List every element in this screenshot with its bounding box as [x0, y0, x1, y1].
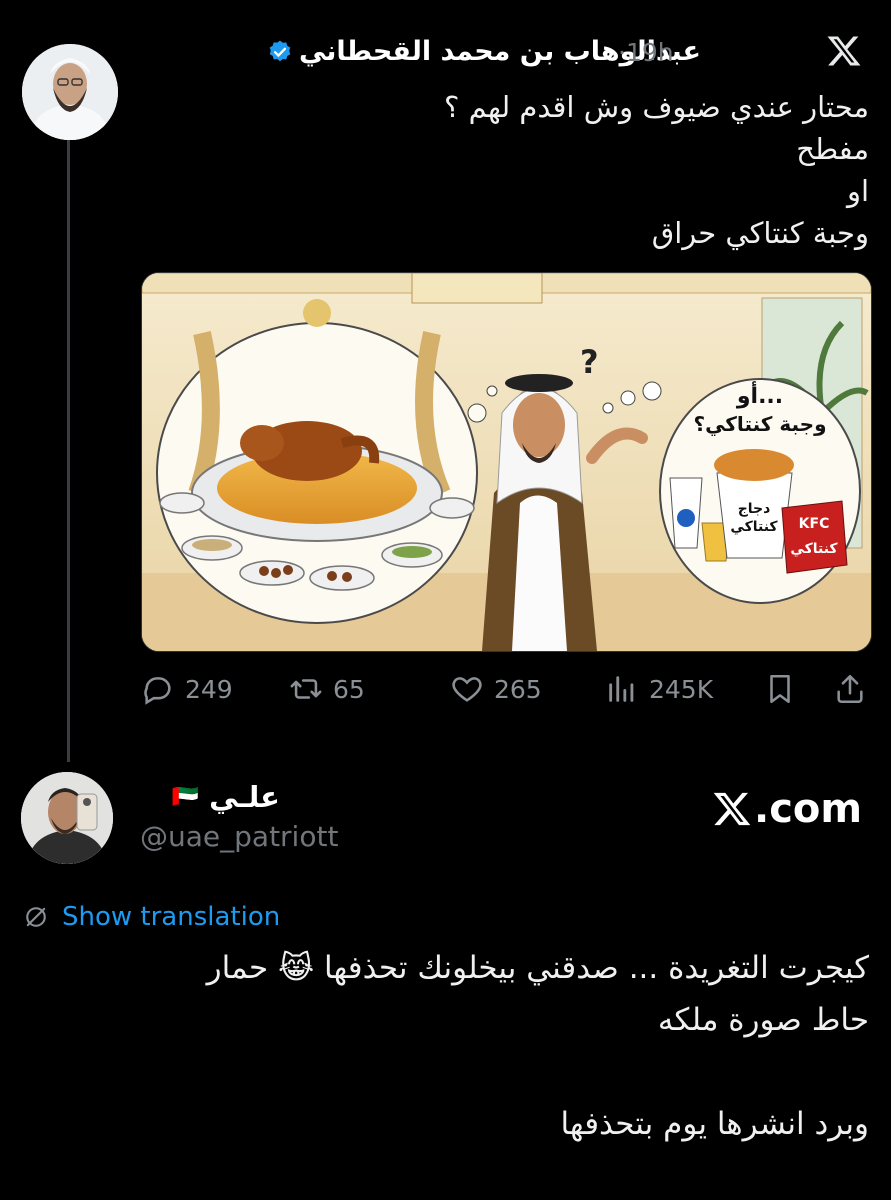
tweet-line: مفطح	[796, 132, 869, 166]
tweet-timestamp[interactable]: ·19h	[618, 38, 674, 67]
share-icon	[837, 674, 863, 704]
tweet-line: وجبة كنتاكي حراق	[651, 216, 869, 250]
repost-button[interactable]: 65	[289, 672, 365, 706]
show-translation-label: Show translation	[62, 902, 281, 932]
tweet-body: محتار عندي ضيوف وش اقدم لهم ؟ مفطح او وج…	[149, 86, 869, 254]
repost-count: 65	[333, 674, 365, 704]
author-avatar[interactable]	[22, 44, 118, 140]
like-button[interactable]: 265	[450, 672, 542, 706]
reply-button[interactable]: 249	[141, 672, 233, 706]
repost-icon	[290, 679, 322, 699]
translate-off-icon	[26, 907, 46, 927]
heart-icon	[452, 677, 482, 702]
reply-line: وبرد انشرها يوم بتحذفها	[560, 1106, 869, 1142]
reply-header: علـي 🇦🇪 @uae_patriott	[140, 780, 338, 853]
reply-author-avatar[interactable]	[21, 772, 113, 864]
reply-line: حاط صورة ملكه	[657, 1002, 869, 1038]
thread-connector-line	[67, 140, 70, 762]
tweet-actions-bar: 249 65 265 245K	[141, 672, 871, 716]
x-logo-icon	[827, 36, 861, 66]
reply-body: كيجرت التغريدة ... صدقني بيخلونك تحذفها …	[49, 942, 869, 1150]
views-button[interactable]: 245K	[605, 672, 713, 706]
box-brand-text: KFC	[799, 516, 830, 532]
tweet-line: او	[846, 174, 869, 208]
like-count: 265	[494, 674, 542, 704]
reply-icon	[144, 677, 171, 705]
reply-author-name[interactable]: علـي	[209, 780, 280, 814]
bubble-subtitle-text: وجبة كنتاكي؟	[693, 412, 826, 437]
reply-line: كيجرت التغريدة ... صدقني بيخلونك تحذفها …	[206, 950, 869, 986]
x-com-watermark: .com	[712, 786, 862, 832]
bubble-title-text: أو...	[736, 380, 783, 409]
uae-flag-icon: 🇦🇪	[171, 784, 200, 810]
reply-count: 249	[185, 674, 233, 704]
bucket-label-line2: كنتاكي	[730, 519, 778, 535]
view-count: 245K	[649, 674, 714, 704]
bookmark-button[interactable]	[763, 672, 797, 706]
x-logo-icon	[713, 792, 751, 826]
tweet-media-image[interactable]: ? أو... وجبة كنتاكي؟ دجاج كنتاكي KFC كنت…	[141, 272, 872, 652]
verified-badge-icon	[269, 40, 291, 61]
box-label-text: كنتاكي	[790, 541, 838, 557]
tweet-line: محتار عندي ضيوف وش اقدم لهم ؟	[444, 90, 869, 124]
show-translation-link[interactable]: Show translation	[22, 902, 280, 932]
watermark-text: .com	[754, 786, 863, 832]
reply-line	[49, 1046, 869, 1098]
bucket-label-line1: دجاج	[738, 501, 771, 517]
bookmark-icon	[770, 674, 790, 704]
share-button[interactable]	[833, 672, 867, 706]
question-mark-text: ?	[580, 343, 599, 381]
analytics-icon	[609, 676, 634, 702]
reply-author-handle[interactable]: @uae_patriott	[140, 820, 338, 853]
